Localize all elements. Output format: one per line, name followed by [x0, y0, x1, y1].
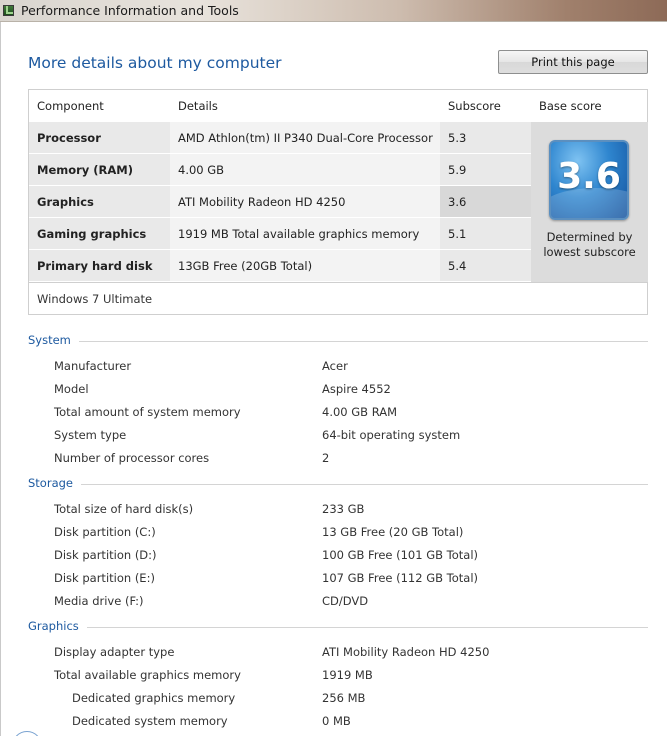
value: 13 GB Free (20 GB Total) [322, 525, 464, 539]
table-row: Primary hard disk 13GB Free (20GB Total)… [29, 250, 531, 281]
column-header-component: Component [37, 99, 104, 113]
label: Model [54, 382, 89, 396]
component-name: Gaming graphics [29, 218, 170, 249]
windows-experience-index-icon: 3.6 [549, 140, 629, 220]
value: 2 [322, 451, 330, 465]
list-item: Total available graphics memory 1919 MB [54, 668, 644, 686]
component-name: Graphics [29, 186, 170, 217]
list-item: Disk partition (C:) 13 GB Free (20 GB Tot… [54, 525, 644, 543]
component-subscore: 3.6 [440, 186, 531, 217]
content-frame: More details about my computer Print thi… [0, 22, 667, 736]
list-item: Number of processor cores 2 [54, 451, 644, 469]
value: Acer [322, 359, 348, 373]
label: Number of processor cores [54, 451, 210, 465]
score-table-header: Component Details Subscore Base score [29, 90, 647, 122]
label: Dedicated graphics memory [72, 691, 236, 705]
value: 64-bit operating system [322, 428, 461, 442]
component-details: AMD Athlon(tm) II P340 Dual-Core Process… [170, 122, 440, 153]
value: 4.00 GB RAM [322, 405, 398, 419]
base-score-value: 3.6 [557, 156, 621, 197]
page-title: More details about my computer [28, 54, 282, 72]
component-name: Processor [29, 122, 170, 153]
window-title: Performance Information and Tools [21, 3, 239, 18]
value: 100 GB Free (101 GB Total) [322, 548, 479, 562]
list-item: Dedicated graphics memory 256 MB [54, 691, 644, 709]
list-item: Disk partition (E:) 107 GB Free (112 GB T… [54, 571, 644, 589]
base-score-caption-line-2: lowest subscore [543, 245, 636, 259]
list-item: Total amount of system memory 4.00 GB RAM [54, 405, 644, 423]
label: Manufacturer [54, 359, 132, 373]
performance-app-icon [3, 5, 14, 16]
component-subscore: 5.9 [440, 154, 531, 185]
component-name: Memory (RAM) [29, 154, 170, 185]
component-subscore: 5.4 [440, 250, 531, 281]
os-edition: Windows 7 Ultimate [37, 292, 153, 306]
column-header-subscore: Subscore [448, 99, 501, 113]
component-details: 13GB Free (20GB Total) [170, 250, 440, 281]
base-score-caption: Determined by lowest subscore [531, 230, 648, 260]
list-item: System type 64-bit operating system [54, 428, 644, 446]
table-row: Gaming graphics 1919 MB Total available … [29, 218, 531, 249]
value: 1919 MB [322, 668, 373, 682]
base-score-panel: 3.6 Determined by lowest subscore [531, 122, 648, 282]
component-details: ATI Mobility Radeon HD 4250 [170, 186, 440, 217]
list-item: Manufacturer Acer [54, 359, 644, 377]
label: Display adapter type [54, 645, 175, 659]
section-header-graphics: Graphics [28, 619, 648, 635]
table-row: Graphics ATI Mobility Radeon HD 4250 3.6 [29, 186, 531, 217]
list-item: Media drive (F:) CD/DVD [54, 594, 644, 612]
value: CD/DVD [322, 594, 369, 608]
label: Media drive (F:) [54, 594, 144, 608]
value: 233 GB [322, 502, 365, 516]
label: Total size of hard disk(s) [54, 502, 194, 516]
list-item: Dedicated system memory 0 MB [54, 714, 644, 732]
component-details: 4.00 GB [170, 154, 440, 185]
component-name: Primary hard disk [29, 250, 170, 281]
value: 256 MB [322, 691, 366, 705]
label: System type [54, 428, 127, 442]
list-item: Model Aspire 4552 [54, 382, 644, 400]
value: Aspire 4552 [322, 382, 391, 396]
label: Disk partition (E:) [54, 571, 155, 585]
label: Disk partition (C:) [54, 525, 156, 539]
column-header-details: Details [178, 99, 218, 113]
section-title: Storage [28, 476, 81, 490]
value: 107 GB Free (112 GB Total) [322, 571, 479, 585]
title-bar[interactable]: Performance Information and Tools [0, 0, 667, 22]
section-header-system: System [28, 333, 648, 349]
value: ATI Mobility Radeon HD 4250 [322, 645, 490, 659]
label: Disk partition (D:) [54, 548, 157, 562]
list-item: Display adapter type ATI Mobility Radeon … [54, 645, 644, 663]
component-subscore: 5.1 [440, 218, 531, 249]
os-edition-row: Windows 7 Ultimate [29, 282, 647, 314]
table-row: Memory (RAM) 4.00 GB 5.9 [29, 154, 531, 185]
label: Dedicated system memory [72, 714, 228, 728]
section-header-storage: Storage [28, 476, 648, 492]
value: 0 MB [322, 714, 351, 728]
table-row: Processor AMD Athlon(tm) II P340 Dual-Co… [29, 122, 531, 153]
label: Total available graphics memory [54, 668, 241, 682]
column-header-base-score: Base score [539, 99, 602, 113]
section-title: Graphics [28, 619, 87, 633]
score-table: Component Details Subscore Base score Pr… [28, 89, 648, 315]
label: Total amount of system memory [54, 405, 241, 419]
base-score-caption-line-1: Determined by [546, 230, 633, 244]
section-title: System [28, 333, 79, 347]
list-item: Disk partition (D:) 100 GB Free (101 GB T… [54, 548, 644, 566]
print-page-button[interactable]: Print this page [498, 50, 648, 74]
list-item: Total size of hard disk(s) 233 GB [54, 502, 644, 520]
component-details: 1919 MB Total available graphics memory [170, 218, 440, 249]
component-subscore: 5.3 [440, 122, 531, 153]
